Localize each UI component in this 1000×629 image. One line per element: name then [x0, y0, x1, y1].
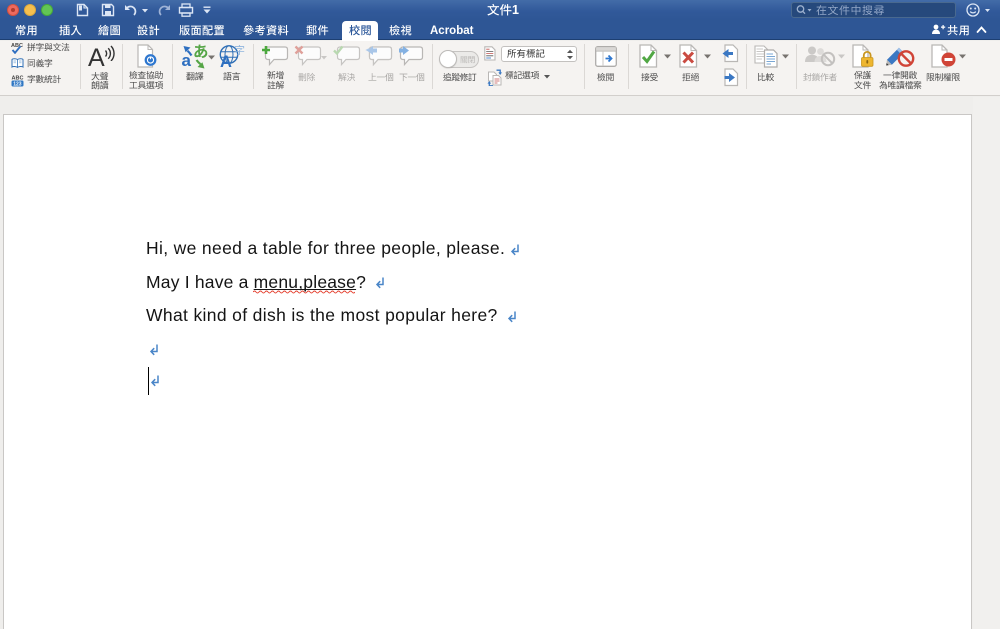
- svg-text:ABC: ABC: [11, 43, 23, 49]
- svg-text:123: 123: [13, 82, 22, 88]
